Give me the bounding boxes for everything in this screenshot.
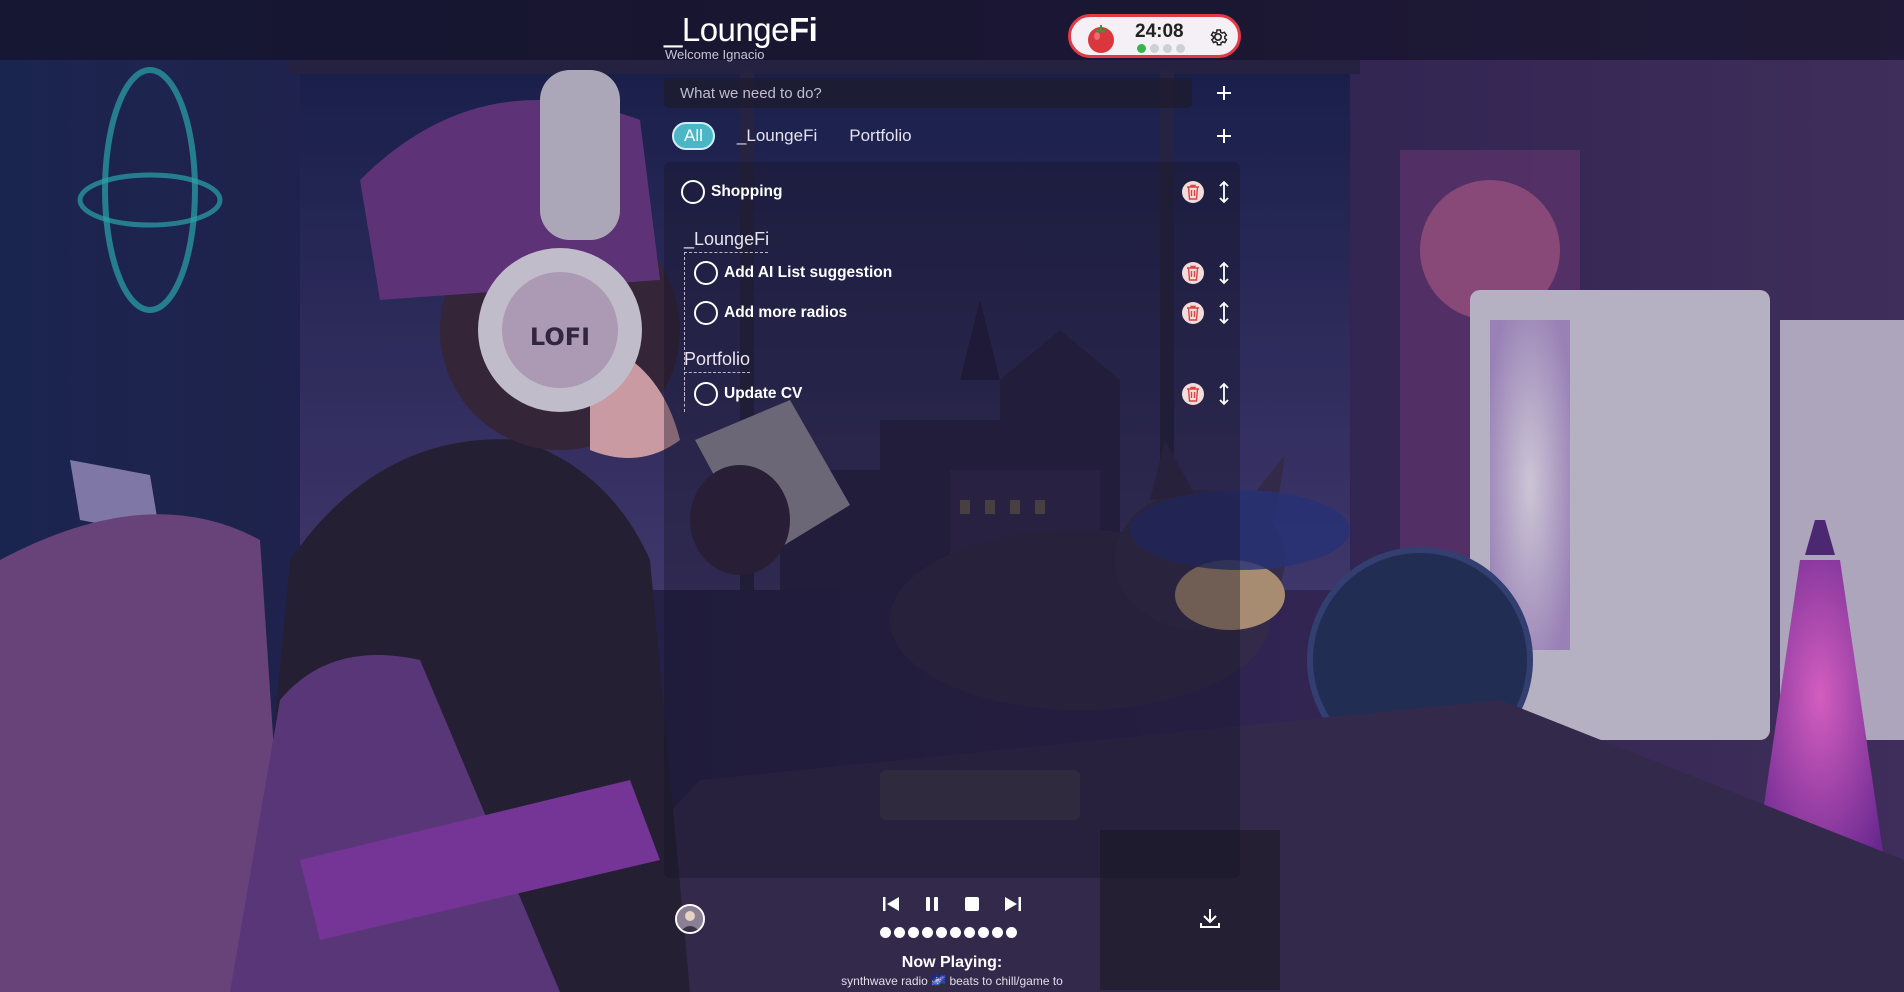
group-title-loungefi: _LoungeFi xyxy=(684,229,770,249)
task-checkbox[interactable] xyxy=(694,382,718,406)
task-checkbox[interactable] xyxy=(681,180,705,204)
group-divider xyxy=(684,372,685,412)
tab-all[interactable]: All xyxy=(672,122,715,150)
reorder-handle-icon[interactable] xyxy=(1218,382,1230,406)
download-icon[interactable] xyxy=(1198,906,1222,930)
volume-step[interactable] xyxy=(908,927,919,938)
gear-icon[interactable] xyxy=(1207,26,1229,48)
session-dot xyxy=(1137,44,1146,53)
welcome-text: Welcome Ignacio xyxy=(665,47,765,62)
volume-step[interactable] xyxy=(894,927,905,938)
task-item[interactable]: Shopping xyxy=(681,180,782,204)
tomato-icon xyxy=(1088,25,1114,53)
add-list-button[interactable] xyxy=(1213,125,1235,147)
session-dots xyxy=(1137,44,1185,53)
task-label: Update CV xyxy=(724,385,803,402)
delete-task-button[interactable] xyxy=(1182,302,1204,324)
list-tabs: All _LoungeFi Portfolio xyxy=(672,122,934,150)
volume-step[interactable] xyxy=(936,927,947,938)
app-title-suffix: Fi xyxy=(788,11,818,48)
reorder-handle-icon[interactable] xyxy=(1218,180,1230,204)
session-dot xyxy=(1176,44,1185,53)
volume-step[interactable] xyxy=(950,927,961,938)
pomodoro-widget[interactable]: 24:08 xyxy=(1068,14,1241,58)
previous-icon[interactable] xyxy=(880,893,902,915)
app-title-prefix: _Lounge xyxy=(664,11,789,48)
volume-dots[interactable] xyxy=(880,927,1017,938)
task-item[interactable]: Update CV xyxy=(694,382,802,406)
group-divider xyxy=(684,252,768,253)
task-label: Shopping xyxy=(711,183,783,200)
volume-step[interactable] xyxy=(880,927,891,938)
volume-step[interactable] xyxy=(922,927,933,938)
now-playing-label: Now Playing: xyxy=(901,954,1003,971)
avatar[interactable] xyxy=(675,904,705,934)
now-playing-track: synthwave radio 🌌 beats to chill/game to xyxy=(841,974,1063,988)
task-item[interactable]: Add more radios xyxy=(694,301,847,325)
app-title: _LoungeFi xyxy=(664,11,818,48)
delete-task-button[interactable] xyxy=(1182,262,1204,284)
volume-step[interactable] xyxy=(1006,927,1017,938)
task-checkbox[interactable] xyxy=(694,301,718,325)
session-dot xyxy=(1163,44,1172,53)
new-task-input[interactable] xyxy=(664,78,1192,108)
trash-icon xyxy=(1187,386,1199,402)
tab-loungefi[interactable]: _LoungeFi xyxy=(727,122,827,150)
reorder-handle-icon[interactable] xyxy=(1218,301,1230,325)
task-label: Add more radios xyxy=(724,304,848,321)
trash-icon xyxy=(1187,265,1199,281)
delete-task-button[interactable] xyxy=(1182,181,1204,203)
delete-task-button[interactable] xyxy=(1182,383,1204,405)
volume-step[interactable] xyxy=(964,927,975,938)
add-task-button[interactable] xyxy=(1213,82,1235,104)
user-avatar-icon xyxy=(677,906,703,932)
next-icon[interactable] xyxy=(1002,893,1024,915)
stop-icon[interactable] xyxy=(961,893,983,915)
volume-step[interactable] xyxy=(978,927,989,938)
trash-icon xyxy=(1187,184,1199,200)
reorder-handle-icon[interactable] xyxy=(1218,261,1230,285)
tab-portfolio[interactable]: Portfolio xyxy=(839,122,921,150)
session-dot xyxy=(1150,44,1159,53)
group-divider xyxy=(684,372,750,373)
task-label: Add AI List suggestion xyxy=(724,264,893,281)
brand: _LoungeFi Welcome Ignacio xyxy=(664,11,818,63)
pause-icon[interactable] xyxy=(921,893,943,915)
group-title-portfolio: Portfolio xyxy=(684,349,751,369)
task-item[interactable]: Add AI List suggestion xyxy=(694,261,892,285)
timer-readout: 24:08 xyxy=(1135,21,1184,42)
volume-step[interactable] xyxy=(992,927,1003,938)
task-checkbox[interactable] xyxy=(694,261,718,285)
trash-icon xyxy=(1187,305,1199,321)
